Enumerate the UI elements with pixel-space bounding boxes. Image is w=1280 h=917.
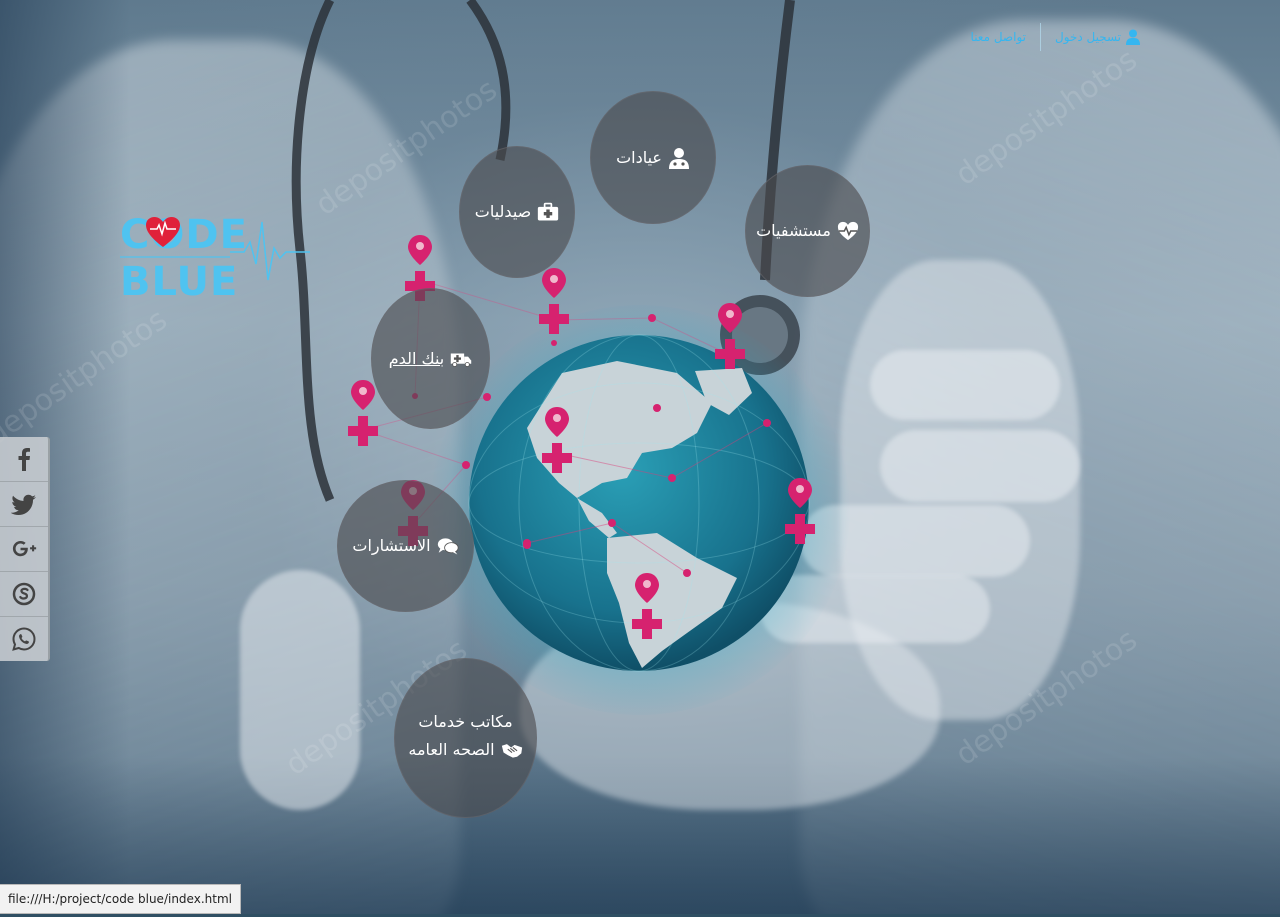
doctor-icon	[668, 147, 689, 169]
service-clinics-label: عيادات	[616, 147, 662, 167]
service-consultations-button[interactable]: الاستشارات	[337, 480, 474, 612]
service-blood-bank-label: بنك الدم	[388, 348, 445, 368]
service-public-health-label-line1: مكاتب خدمات	[418, 712, 513, 731]
service-public-health-label-line2: الصحه العامه	[408, 740, 495, 759]
handshake-icon	[501, 744, 522, 758]
service-public-health-button[interactable]: مكاتب خدمات الصحه العامه	[394, 658, 537, 818]
service-pharmacies-button[interactable]: صيدليات	[459, 146, 575, 278]
ambulance-icon	[451, 353, 472, 367]
whatsapp-icon	[12, 627, 36, 651]
facebook-link[interactable]	[0, 437, 48, 482]
globe-illustration	[468, 334, 810, 672]
twitter-icon	[11, 494, 36, 515]
service-consultations-label: الاستشارات	[352, 536, 431, 555]
service-hospitals-button[interactable]: مستشفيات	[745, 165, 870, 297]
browser-status-bar: file:///H:/project/code blue/index.html	[0, 884, 241, 914]
service-clinics-button[interactable]: عيادات	[590, 91, 716, 224]
facebook-icon	[18, 448, 30, 471]
chat-bubbles-icon	[437, 538, 459, 555]
top-navigation: تسجيل دخول تواصل معنا	[971, 22, 1140, 52]
skype-link[interactable]	[0, 572, 48, 617]
contact-link[interactable]: تواصل معنا	[971, 30, 1026, 44]
service-pharmacies-label: صيدليات	[474, 202, 532, 221]
login-link[interactable]: تسجيل دخول	[1055, 29, 1140, 45]
logo-line-blue: BLUE	[120, 259, 239, 305]
heartbeat-line-icon	[230, 221, 310, 281]
skype-icon	[12, 582, 36, 606]
google-plus-link[interactable]	[0, 527, 48, 572]
first-aid-kit-icon	[538, 202, 559, 221]
heart-icon	[146, 217, 180, 247]
hero-background: depositphotos depositphotos depositphoto…	[0, 0, 1280, 917]
social-sidebar	[0, 437, 50, 661]
service-blood-bank-button[interactable]: بنك الدم	[371, 288, 490, 429]
code-blue-logo[interactable]: CODE BLUE	[118, 210, 318, 305]
contact-label: تواصل معنا	[970, 30, 1026, 44]
login-label: تسجيل دخول	[1055, 30, 1121, 44]
whatsapp-link[interactable]	[0, 617, 48, 661]
status-url: file:///H:/project/code blue/index.html	[8, 892, 232, 906]
twitter-link[interactable]	[0, 482, 48, 527]
google-plus-icon	[12, 540, 37, 557]
nav-divider	[1040, 23, 1041, 51]
logo-line-code: CODE	[120, 212, 248, 258]
service-hospitals-label: مستشفيات	[756, 221, 831, 240]
user-icon	[1126, 29, 1140, 45]
heartbeat-icon	[837, 221, 858, 241]
